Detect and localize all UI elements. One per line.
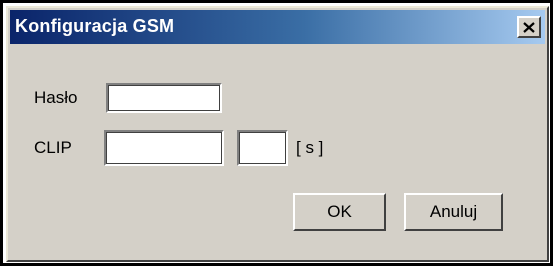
seconds-unit-label: [ s ] [296,138,324,157]
password-field[interactable] [106,83,222,113]
dialog-window: Konfiguracja GSM Hasło CLIP [ s ] OK Anu… [6,6,549,262]
clip-field[interactable] [104,130,224,166]
cancel-button[interactable]: Anuluj [404,193,503,231]
ok-button[interactable]: OK [293,193,386,231]
window-title: Konfiguracja GSM [15,16,175,36]
seconds-field[interactable] [237,130,288,166]
close-icon [523,21,535,33]
clip-label: CLIP [34,138,72,157]
screenshot-frame: Konfiguracja GSM Hasło CLIP [ s ] OK Anu… [0,0,553,266]
password-label: Hasło [34,88,78,107]
title-bar[interactable]: Konfiguracja GSM [10,10,545,44]
close-button[interactable] [517,16,541,38]
